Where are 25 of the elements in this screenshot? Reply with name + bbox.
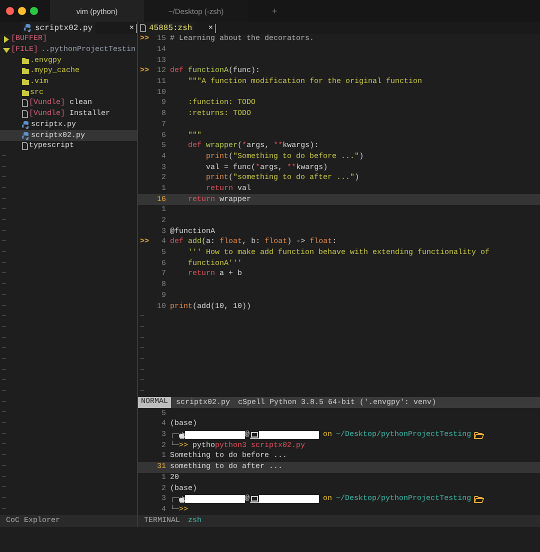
buffer-tab[interactable]: 45885:zsh bbox=[138, 22, 194, 34]
new-tab-button[interactable]: + bbox=[268, 6, 282, 16]
zoom-window-button[interactable] bbox=[30, 7, 38, 15]
python-icon bbox=[22, 132, 30, 140]
close-button[interactable]: × bbox=[206, 24, 216, 32]
redacted-block bbox=[258, 495, 319, 504]
buffer-tab[interactable]: scriptx02.py bbox=[22, 22, 95, 34]
folder-icon bbox=[474, 496, 484, 503]
close-button[interactable]: × bbox=[127, 24, 137, 32]
minimize-window-button[interactable] bbox=[18, 7, 26, 15]
redacted-block bbox=[185, 495, 246, 504]
laptop-icon bbox=[250, 496, 259, 503]
redacted-block bbox=[258, 431, 319, 440]
close-window-button[interactable] bbox=[6, 7, 14, 15]
folder-icon bbox=[474, 432, 484, 439]
file-icon bbox=[22, 142, 28, 150]
laptop-icon bbox=[250, 432, 259, 439]
file-icon bbox=[140, 24, 146, 32]
python-icon bbox=[22, 120, 30, 129]
apple-icon bbox=[179, 496, 186, 503]
collapsed-arrow-icon[interactable] bbox=[3, 36, 10, 43]
redacted-block bbox=[185, 431, 246, 440]
apple-icon bbox=[179, 432, 186, 439]
expanded-arrow-icon[interactable] bbox=[3, 46, 10, 54]
python-icon bbox=[24, 24, 32, 32]
